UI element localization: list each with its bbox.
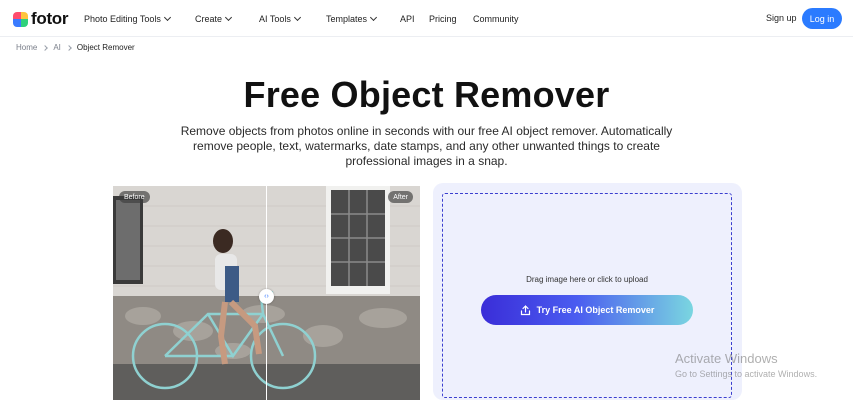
fotor-logo-icon (13, 11, 28, 27)
before-after-comparison[interactable]: ‹› Before After (113, 186, 420, 400)
nav-api[interactable]: API (400, 14, 415, 24)
nav-templates[interactable]: Templates (326, 13, 378, 24)
fotor-logo[interactable]: fotor (13, 9, 69, 29)
nav-pricing[interactable]: Pricing (429, 14, 457, 24)
chevron-right-icon (42, 44, 49, 51)
chevron-down-icon (293, 13, 301, 21)
log-in-button[interactable]: Log in (802, 8, 842, 29)
sign-up-link[interactable]: Sign up (766, 13, 797, 23)
cta-label: Try Free AI Object Remover (536, 305, 655, 315)
nav-label: Create (195, 13, 223, 24)
upload-icon (520, 304, 530, 315)
breadcrumb: Home AI Object Remover (16, 43, 135, 52)
chevron-right-icon (66, 44, 72, 51)
nav-label: Pricing (429, 13, 457, 24)
chevron-down-icon (224, 13, 233, 21)
nav-label: Templates (326, 13, 368, 24)
left-right-arrows-icon[interactable]: ‹› (259, 289, 274, 304)
nav-label: API (400, 13, 415, 24)
windows-activation-title: Activate Windows (675, 351, 778, 366)
nav-photo-editing-tools[interactable]: Photo Editing Tools (84, 13, 171, 24)
try-free-ai-object-remover-button[interactable]: Try Free AI Object Remover (481, 295, 693, 325)
page-subtitle: Remove objects from photos online in sec… (180, 124, 673, 168)
drag-hint-text: Drag image here or click to upload (526, 275, 648, 284)
windows-activation-subtitle: Go to Settings to activate Windows. (675, 369, 818, 379)
logo-text: fotor (31, 9, 69, 28)
nav-community[interactable]: Community (473, 14, 519, 24)
nav-label: Photo Editing Tools (84, 13, 161, 24)
top-navigation-bar: fotor Photo Editing Tools Create AI Tool… (0, 0, 853, 37)
nav-ai-tools[interactable]: AI Tools (259, 13, 301, 24)
nav-create[interactable]: Create (195, 13, 233, 24)
page-title: Free Object Remover (243, 74, 610, 115)
nav-label: AI Tools (259, 13, 291, 24)
before-label: Before (119, 191, 150, 203)
nav-label: Community (473, 13, 519, 24)
breadcrumb-home[interactable]: Home (16, 43, 37, 52)
breadcrumb-current: Object Remover (76, 43, 135, 52)
chevron-down-icon (163, 13, 171, 21)
breadcrumb-ai[interactable]: AI (53, 43, 61, 52)
chevron-down-icon (369, 13, 378, 21)
after-label: After (388, 191, 413, 203)
